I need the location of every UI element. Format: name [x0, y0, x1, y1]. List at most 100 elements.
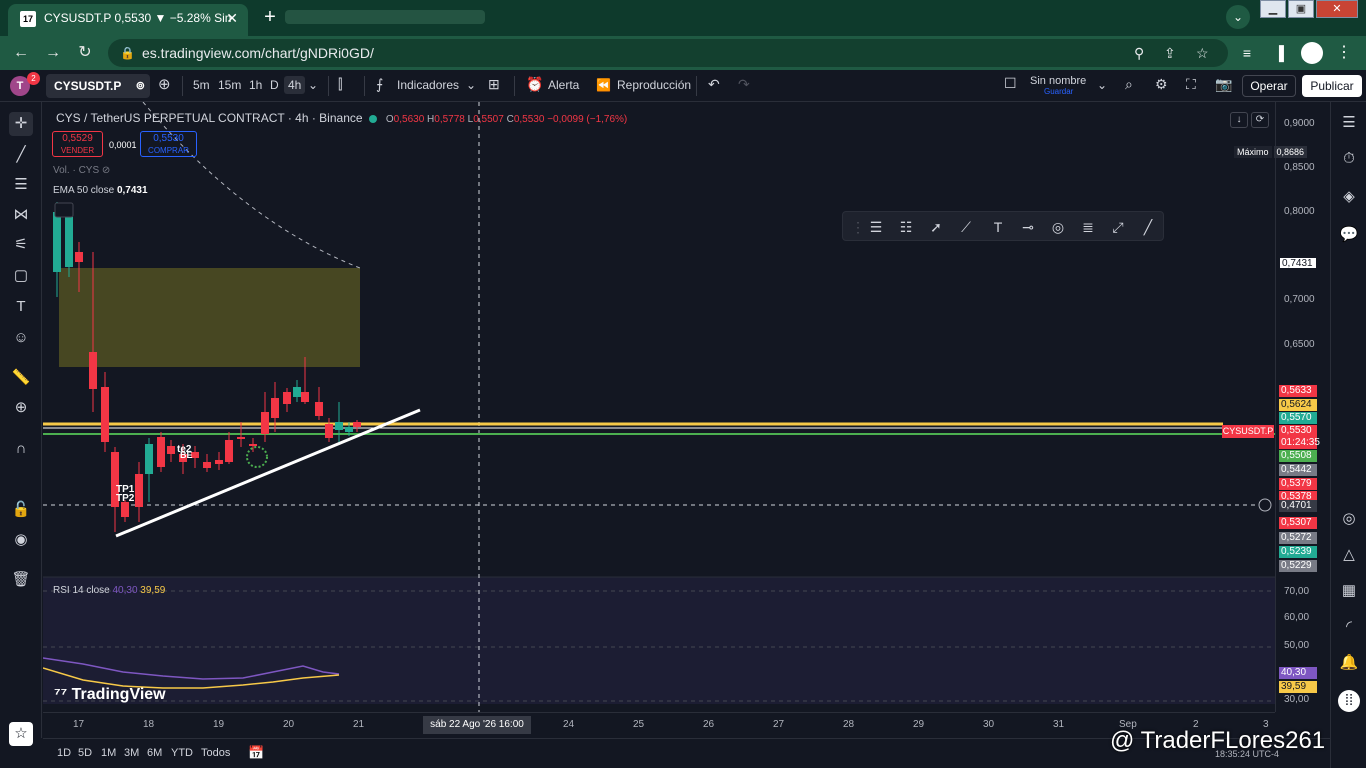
replay-icon[interactable]: ⏪ — [596, 78, 611, 92]
ema-legend[interactable]: EMA 50 close 0,7431 — [53, 185, 148, 196]
fullscreen-icon[interactable]: ⛶ — [1186, 76, 1196, 93]
browser-menu-icon[interactable]: ⋮ — [1336, 42, 1352, 62]
favorites-star-icon[interactable]: ☆ — [9, 722, 33, 746]
horizontal-ray-icon[interactable]: ☰ — [865, 216, 887, 238]
range-ytd[interactable]: YTD — [171, 747, 193, 759]
publish-button[interactable]: Publicar — [1302, 75, 1362, 97]
sidepanel-icon[interactable]: ▐ — [1268, 42, 1290, 64]
text-icon[interactable]: T — [987, 216, 1009, 238]
settings-icon[interactable]: ⚙ — [1155, 76, 1168, 93]
scroll-down-icon[interactable]: ↓ — [1230, 112, 1248, 128]
ruler-icon[interactable]: 📏 — [9, 366, 33, 390]
calendar-icon[interactable]: ▦ — [1338, 580, 1360, 602]
zoom-in-icon[interactable]: ⊕ — [9, 396, 33, 420]
indicators-dropdown-icon[interactable]: ⌄ — [466, 78, 476, 92]
watchlist-icon[interactable]: ☰ — [1338, 112, 1360, 134]
hidden-eye-icon[interactable]: ⊘ — [102, 165, 110, 176]
back-button[interactable]: ← — [8, 40, 34, 66]
range-6m[interactable]: 6M — [147, 747, 162, 759]
line-icon[interactable]: ╱ — [1137, 216, 1159, 238]
apps-grid-icon[interactable]: ⁞⁞ — [1338, 690, 1360, 712]
alert-button[interactable]: Alerta — [548, 78, 579, 92]
zoom-icon[interactable]: ⚲ — [1134, 39, 1144, 67]
trendline-icon[interactable]: ╱ — [9, 143, 33, 167]
range-all[interactable]: Todos — [201, 747, 230, 759]
interval-15m[interactable]: 15m — [218, 78, 241, 92]
quick-search-icon[interactable]: ⌕ — [1125, 76, 1133, 93]
range-3m[interactable]: 3M — [124, 747, 139, 759]
lock-drawings-icon[interactable]: 🔓 — [9, 498, 33, 522]
browser-tab[interactable]: 17 CYSUSDT.P 0,5530 ▼ −5.28% Sin ✕ — [8, 4, 248, 36]
close-tab-icon[interactable]: ✕ — [226, 4, 238, 32]
text-tool-icon[interactable]: T — [9, 295, 33, 319]
notifications-bell-icon[interactable]: 🔔 — [1338, 652, 1360, 674]
tradingview-logo[interactable]: ⁷⁷ TradingView — [54, 686, 166, 704]
layouts-icon[interactable]: ⊞ — [488, 76, 500, 93]
tab-search-icon[interactable]: ⌄ — [1226, 5, 1250, 29]
interval-4h[interactable]: 4h — [284, 76, 306, 94]
goto-date-icon[interactable]: 📅 — [248, 745, 264, 761]
path-icon[interactable]: ⟋ — [955, 216, 977, 238]
close-window-button[interactable]: ✕ — [1316, 0, 1358, 18]
save-layout-button[interactable]: Sin nombre Guardar — [1030, 75, 1086, 96]
alerts-clock-icon[interactable]: ⏱ — [1338, 148, 1360, 170]
price-axis[interactable]: 0,9000 0,8500 0,8000 0,7000 0,6500 0,743… — [1275, 102, 1330, 712]
profile-avatar[interactable] — [1301, 42, 1323, 64]
magnet-icon[interactable]: ∩ — [9, 437, 33, 461]
layers-icon[interactable]: ◈ — [1338, 186, 1360, 208]
fib-icon[interactable]: ☰ — [9, 173, 33, 197]
trade-button[interactable]: Operar — [1242, 75, 1296, 97]
emoji-icon[interactable]: ☺ — [9, 326, 33, 350]
symbol-search-button[interactable]: CYSUSDT.P ⊚ — [46, 74, 150, 98]
target-icon[interactable]: ◎ — [1338, 508, 1360, 530]
interval-d[interactable]: D — [270, 78, 279, 92]
range-1d[interactable]: 1D — [57, 747, 71, 759]
ideas-icon[interactable]: △ — [1338, 544, 1360, 566]
forward-button[interactable]: → — [40, 40, 66, 66]
minimize-button[interactable]: ▁ — [1260, 0, 1286, 18]
blurred-tab[interactable] — [285, 10, 485, 24]
bookmark-star-icon[interactable]: ☆ — [1196, 39, 1209, 67]
crosshair-icon[interactable]: ✛ — [9, 112, 33, 136]
chart-type-icon[interactable]: ⫿ — [338, 76, 342, 93]
replay-button[interactable]: Reproducción — [617, 78, 691, 92]
compare-symbol-icon[interactable]: ⊕ — [158, 75, 171, 93]
refresh-icon[interactable]: ⟳ — [1251, 112, 1269, 128]
interval-5m[interactable]: 5m — [193, 78, 210, 92]
range-1m[interactable]: 1M — [101, 747, 116, 759]
indicators-button[interactable]: Indicadores — [397, 78, 459, 92]
save-dropdown-icon[interactable]: ⌄ — [1097, 78, 1107, 92]
arrow-icon[interactable]: ➚ — [925, 216, 947, 238]
maximize-button[interactable]: ▣ — [1288, 0, 1314, 18]
reload-button[interactable]: ↻ — [72, 40, 98, 66]
new-tab-button[interactable]: + — [258, 6, 282, 30]
price-chart[interactable] — [43, 102, 1275, 738]
trend-icon[interactable]: ⤢ — [1107, 216, 1129, 238]
url-input[interactable]: 🔒 es.tradingview.com/chart/gNDRi0GD/ ⚲ ⇪… — [108, 39, 1228, 67]
layout-checkbox-icon[interactable]: ☐ — [1004, 75, 1017, 92]
parallel-icon[interactable]: ≣ — [1077, 216, 1099, 238]
trash-icon[interactable]: 🗑 — [9, 568, 33, 592]
lines-icon[interactable]: ☷ — [895, 216, 917, 238]
prediction-icon[interactable]: ⚟ — [9, 233, 33, 257]
media-icon[interactable]: ≡ — [1236, 42, 1258, 64]
circle-icon[interactable]: ◎ — [1047, 216, 1069, 238]
volume-legend[interactable]: Vol. · CYS ⊘ — [53, 165, 110, 176]
interval-dropdown-icon[interactable]: ⌄ — [308, 78, 318, 92]
share-icon[interactable]: ⇪ — [1164, 39, 1176, 67]
interval-1h[interactable]: 1h — [249, 78, 262, 92]
stream-icon[interactable]: ◜ — [1338, 616, 1360, 638]
eye-icon[interactable]: ◉ — [9, 528, 33, 552]
range-5d[interactable]: 5D — [78, 747, 92, 759]
hline-icon[interactable]: ⊸ — [1017, 216, 1039, 238]
sell-button[interactable]: 0,5529 VENDER — [52, 131, 103, 157]
alert-icon[interactable]: ⏰ — [526, 76, 543, 93]
time-axis[interactable]: sáb 22 Ago '26 16:00 17 18 19 20 21 24 25 26 27 2… — [43, 712, 1275, 738]
redo-icon[interactable]: ↷ — [738, 76, 750, 93]
indicators-icon[interactable]: ⨍ — [376, 76, 383, 93]
buy-button[interactable]: 0,5530 COMPRAR — [140, 131, 197, 157]
rsi-legend[interactable]: RSI 14 close 40,30 39,59 — [53, 585, 165, 596]
screenshot-icon[interactable]: 📷 — [1215, 76, 1232, 93]
pattern-icon[interactable]: ⋈ — [9, 203, 33, 227]
shapes-icon[interactable]: ▢ — [9, 264, 33, 288]
